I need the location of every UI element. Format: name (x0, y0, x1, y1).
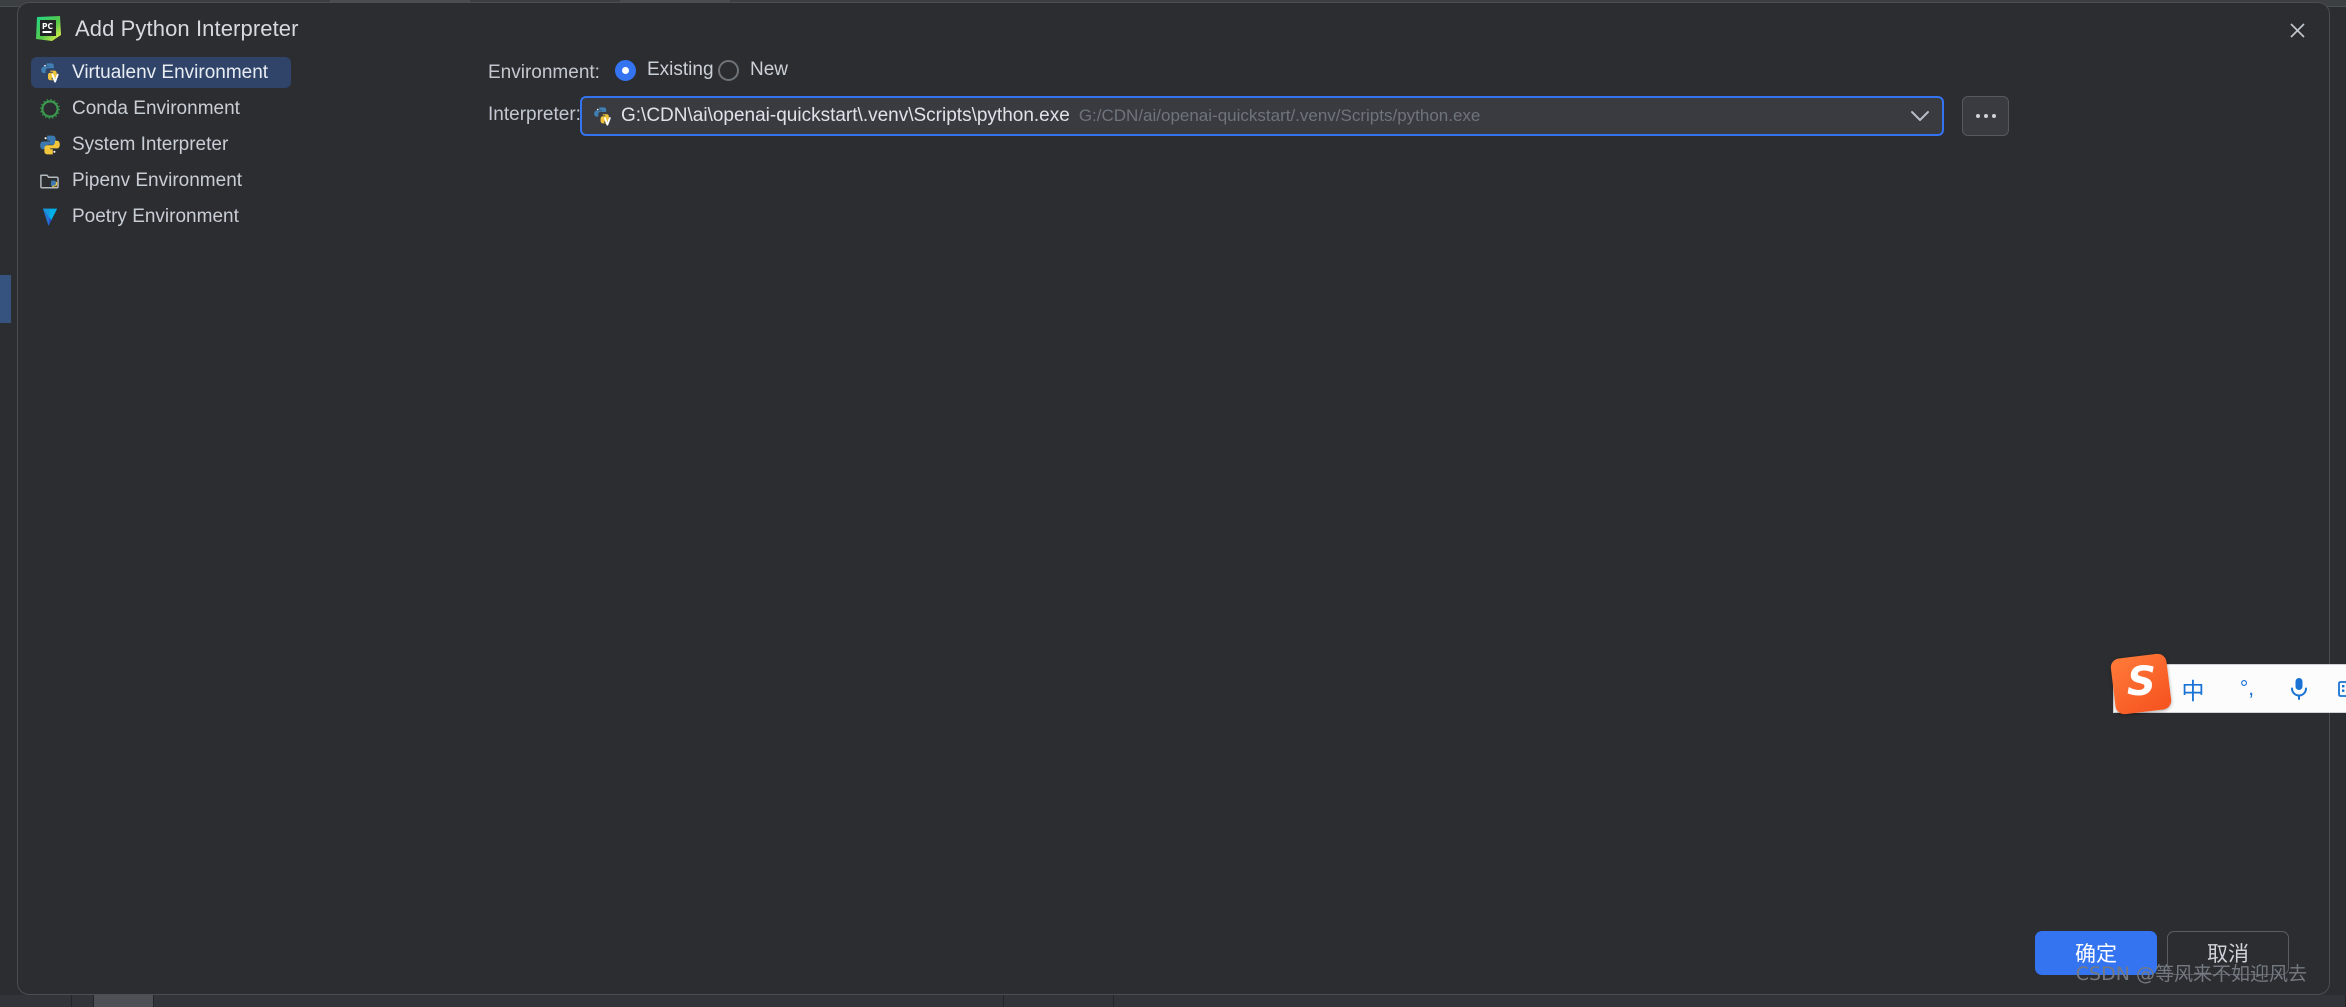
sidebar-item-label: Conda Environment (72, 97, 240, 119)
environment-label: Environment: (488, 62, 600, 83)
radio-new-indicator (718, 59, 739, 81)
ime-keyboard-icon[interactable] (2334, 679, 2346, 699)
poetry-icon (39, 206, 61, 228)
interpreter-path-value: G:\CDN\ai\openai-quickstart\.venv\Script… (621, 105, 1070, 126)
pycharm-icon: PC (35, 15, 62, 42)
sidebar-item-label: Pipenv Environment (72, 169, 243, 191)
ime-chinese-mode-button[interactable]: 中 (2176, 672, 2210, 706)
close-icon[interactable] (2277, 11, 2317, 49)
sidebar-item-pipenv-environment[interactable]: Pipenv Environment (31, 165, 291, 196)
ime-punctuation-button[interactable]: °, (2230, 677, 2264, 701)
status-segment (154, 995, 1004, 1007)
virtualenv-icon (39, 62, 61, 84)
sogou-logo-icon[interactable]: S (2109, 652, 2173, 716)
radio-new-label: New (750, 59, 789, 80)
sidebar-item-system-interpreter[interactable]: System Interpreter (31, 129, 291, 160)
status-segment (72, 995, 94, 1007)
radio-existing[interactable]: Existing (615, 59, 714, 81)
dialog-content: Environment: Existing New Interpreter: G… (308, 55, 2329, 994)
ellipsis-dot (1991, 114, 1996, 118)
python-icon (39, 134, 61, 156)
status-segment-active (94, 995, 154, 1007)
conda-icon (39, 98, 61, 120)
status-segment (0, 995, 72, 1007)
csdn-watermark: CSDN @等风来不如迎风去 (2075, 963, 2307, 985)
sidebar-item-label: System Interpreter (72, 133, 229, 155)
backdrop-left-panel (0, 7, 11, 1007)
add-python-interpreter-dialog: PC Add Python Interpreter Virtualenv Env… (17, 2, 2330, 995)
status-segment (1004, 995, 1114, 1007)
virtualenv-icon (592, 106, 613, 127)
interpreter-path-hint: G:/CDN/ai/openai-quickstart/.venv/Script… (1078, 106, 1481, 125)
chevron-down-icon[interactable] (1898, 110, 1942, 123)
radio-existing-indicator (615, 59, 636, 81)
dialog-titlebar: PC Add Python Interpreter (18, 3, 2329, 55)
sidebar-item-label: Virtualenv Environment (72, 61, 269, 83)
sidebar-item-poetry-environment[interactable]: Poetry Environment (31, 201, 291, 232)
interpreter-label: Interpreter: (488, 104, 581, 125)
radio-new[interactable]: New (718, 59, 788, 81)
svg-text:PC: PC (42, 22, 53, 31)
backdrop-status-bar (0, 995, 2346, 1007)
sidebar-item-virtualenv-environment[interactable]: Virtualenv Environment (31, 57, 291, 88)
pipenv-folder-icon (39, 170, 61, 192)
browse-interpreter-button[interactable] (1962, 96, 2009, 136)
environment-type-sidebar: Virtualenv Environment Conda Environment (18, 55, 308, 994)
ime-microphone-icon[interactable] (2284, 676, 2314, 702)
ellipsis-dot (1975, 114, 1980, 118)
ellipsis-dot (1983, 114, 1988, 118)
backdrop-left-accent (0, 275, 11, 323)
sidebar-item-conda-environment[interactable]: Conda Environment (31, 93, 291, 124)
dialog-title: Add Python Interpreter (75, 16, 299, 41)
sidebar-item-label: Poetry Environment (72, 205, 239, 227)
interpreter-combobox[interactable]: G:\CDN\ai\openai-quickstart\.venv\Script… (580, 96, 1944, 136)
radio-existing-label: Existing (647, 59, 714, 80)
status-segment (1114, 995, 2346, 1007)
